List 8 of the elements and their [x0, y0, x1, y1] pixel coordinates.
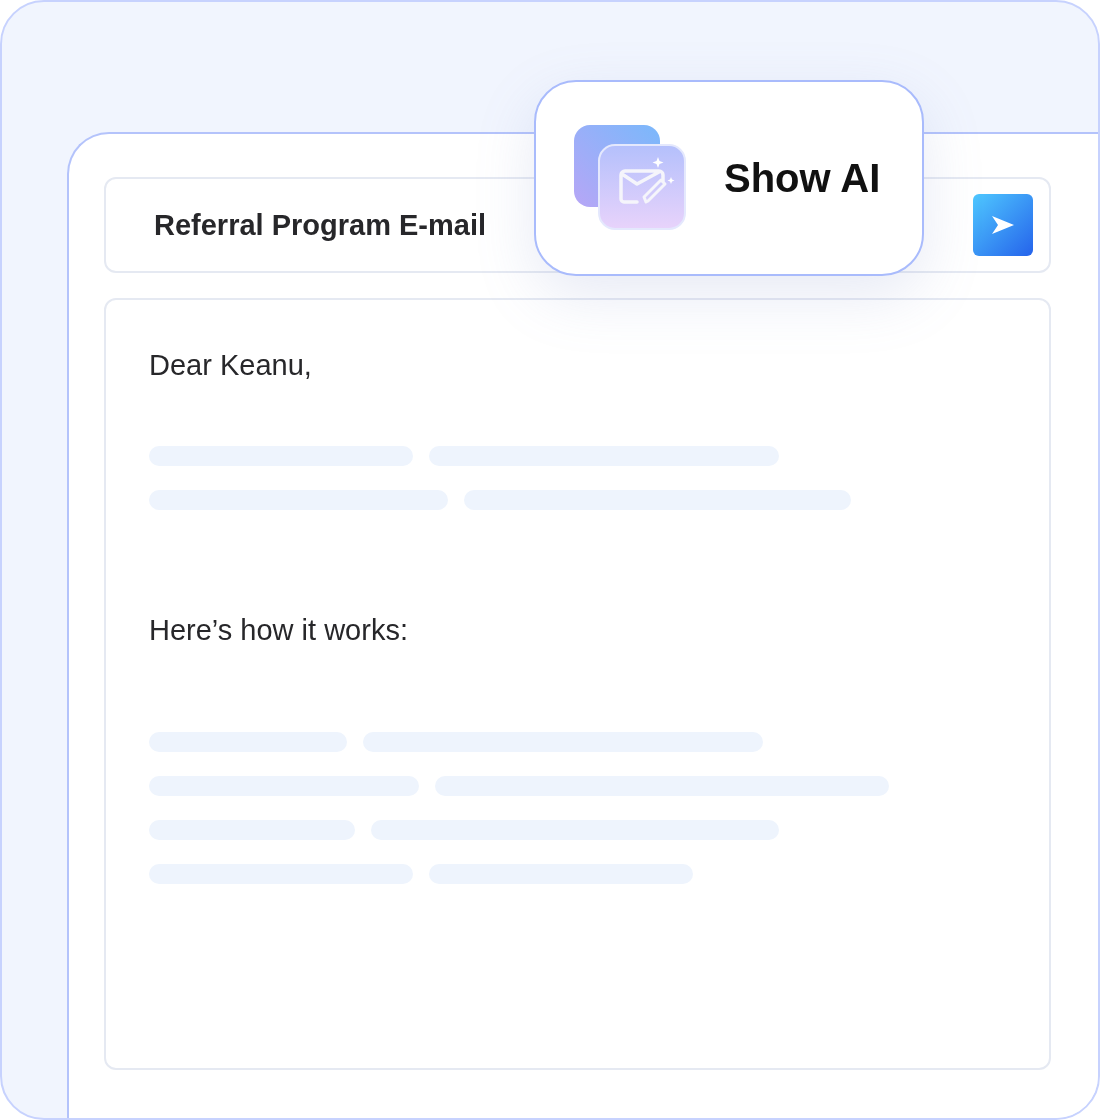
- body-text: Dear Keanu,: [149, 348, 313, 383]
- mail-edit-icon: [574, 125, 686, 231]
- subject-text: Referral Program E-mail: [154, 208, 486, 242]
- show-ai-card[interactable]: Show AI: [534, 80, 924, 276]
- send-icon: [990, 214, 1016, 236]
- body-text: Here’s how it works:: [149, 613, 409, 648]
- show-ai-label: Show AI: [724, 155, 881, 201]
- send-button[interactable]: [973, 194, 1033, 256]
